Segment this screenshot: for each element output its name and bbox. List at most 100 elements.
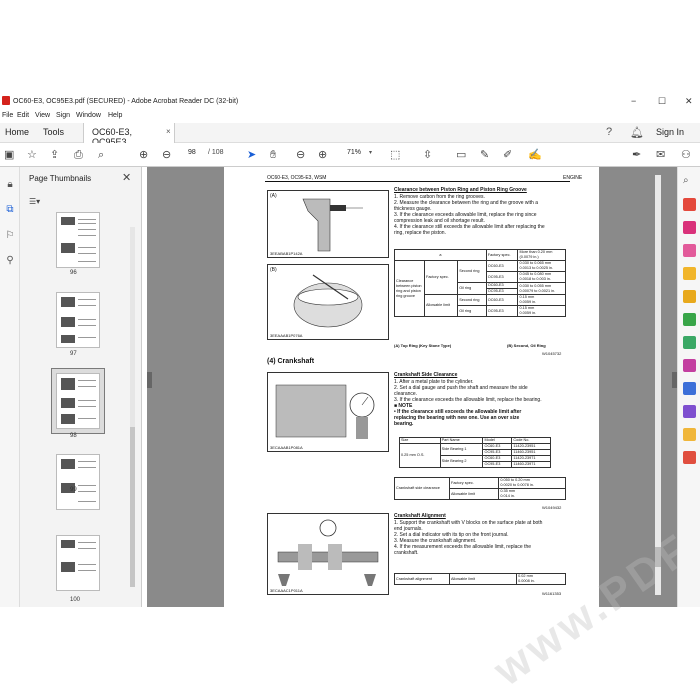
- share-user-icon[interactable]: ⚇: [681, 148, 691, 162]
- close-button[interactable]: ✕: [685, 96, 693, 107]
- viewer-scrollbar[interactable]: [655, 175, 661, 595]
- menu-edit[interactable]: Edit: [17, 112, 29, 119]
- thumbnail-options-icon[interactable]: ☰▾: [29, 197, 40, 206]
- zoom-out-icon[interactable]: ⊖: [296, 148, 305, 162]
- figure-c-caption: 3ECAAAB1P081A: [270, 445, 303, 450]
- save-icon[interactable]: ▣: [4, 148, 14, 162]
- crankshaft-alignment-illustration: [277, 519, 379, 586]
- tab-tools[interactable]: Tools: [43, 127, 64, 137]
- upload-icon[interactable]: ⇪: [50, 148, 59, 162]
- tools-rail: ⌕: [677, 167, 700, 607]
- edit-pdf-icon[interactable]: [683, 244, 696, 257]
- thumbnail-page-100[interactable]: [56, 535, 100, 591]
- table-cell: 0.35 mm: [500, 489, 516, 493]
- highlight-pen-icon[interactable]: ✎: [480, 148, 489, 162]
- organize-pages-icon[interactable]: [683, 313, 696, 326]
- window-title: OC60-E3, OC95E3.pdf (SECURED) - Adobe Ac…: [13, 98, 239, 105]
- table-cell: 0.0018 to 0.003 in.: [519, 277, 551, 281]
- close-tab-icon[interactable]: ×: [166, 127, 171, 136]
- acrobat-sign-icon[interactable]: [683, 451, 696, 464]
- piston-thickness-gauge-illustration: [293, 274, 363, 328]
- thumbnail-page-98[interactable]: [56, 373, 100, 429]
- table-cell: 0.00079 to 0.0021 in.: [519, 288, 556, 293]
- menu-window[interactable]: Window: [76, 112, 101, 119]
- menu-view[interactable]: View: [35, 112, 50, 119]
- hand-icon[interactable]: ✋︎: [270, 148, 276, 162]
- pdf-page: www.PDFCDFO.COM OC60-E3, OC95-E3, WSM EN…: [224, 167, 700, 695]
- thumbnails-icon[interactable]: ⧉: [4, 204, 16, 216]
- table-cell: 0.0008 in.: [518, 579, 535, 583]
- zoom-search-icon[interactable]: ⌕: [683, 175, 689, 186]
- table-cell: 0.15 mm: [519, 306, 535, 310]
- send-for-signature-icon[interactable]: [683, 405, 696, 418]
- table-cell: Allowable limit: [448, 488, 500, 500]
- attachment-icon[interactable]: ⚲: [4, 255, 16, 267]
- tab-document[interactable]: OC60-E3, OC95E3... ×: [83, 123, 175, 147]
- section-steps: 1. Support the crankshaft with V blocks …: [394, 520, 574, 556]
- title-bar: OC60-E3, OC95E3.pdf (SECURED) - Adobe Ac…: [0, 93, 700, 111]
- scroll-mode-icon[interactable]: ⇳: [423, 148, 432, 162]
- lock-icon[interactable]: 🔒︎: [4, 179, 16, 191]
- figure-c: 3ECAAAB1P081A: [267, 372, 389, 452]
- fill-sign-icon[interactable]: [683, 359, 696, 372]
- comment-tool-icon[interactable]: [683, 267, 696, 280]
- page-down-icon[interactable]: ⊖: [162, 148, 171, 162]
- table-cell: 0.02 mm: [518, 574, 533, 578]
- table-cell: Allowable limit: [448, 573, 518, 585]
- page-up-icon[interactable]: ⊕: [139, 148, 148, 162]
- thumbnail-page-96[interactable]: [56, 212, 100, 268]
- viewer-scrollbar-thumb[interactable]: [655, 547, 661, 567]
- reference-code: W1049432: [542, 505, 562, 510]
- thumbnail-page-97[interactable]: [56, 292, 100, 348]
- bookmark-icon[interactable]: ⚐: [4, 230, 16, 242]
- chevron-down-icon[interactable]: ▾: [369, 149, 372, 156]
- sign-icon[interactable]: ✒: [632, 148, 641, 162]
- stamp-icon[interactable]: ✍: [528, 148, 542, 162]
- table-note-a: (A) Top Ring (Key Stone Type): [394, 343, 452, 348]
- table-cell: Clearance between piston ring and piston…: [394, 260, 425, 317]
- export-pdf-icon[interactable]: [683, 198, 696, 211]
- bell-icon[interactable]: 🔔︎: [630, 126, 644, 139]
- table-cell: 0.15 mm: [519, 295, 535, 299]
- fit-page-icon[interactable]: ⬚: [390, 148, 400, 162]
- table-cell: Side Bearing 2: [439, 455, 484, 468]
- menu-sign[interactable]: Sign: [56, 112, 70, 119]
- menu-file[interactable]: File: [2, 112, 13, 119]
- help-icon[interactable]: ?: [606, 126, 612, 138]
- draw-icon[interactable]: ✐: [503, 148, 512, 162]
- thumbnail-page-99[interactable]: [56, 454, 100, 510]
- request-signature-icon[interactable]: [683, 428, 696, 441]
- table-cell: Allowable limit: [423, 294, 459, 317]
- create-pdf-icon[interactable]: [683, 221, 696, 234]
- protect-icon[interactable]: [683, 382, 696, 395]
- ring-clearance-table: a Factory spec. More than 0.20 mm (0.0079 i…: [394, 249, 566, 317]
- bookmark-star-icon[interactable]: ☆: [27, 148, 37, 162]
- minimize-button[interactable]: −: [631, 96, 636, 106]
- section-title: Crankshaft Side Clearance: [394, 372, 458, 378]
- table-cell: Second ring: [457, 294, 487, 306]
- page-number-field[interactable]: 98: [188, 149, 196, 156]
- comment-icon[interactable]: ▭: [456, 148, 466, 162]
- figure-b-caption: 3EEAAAB1P076A: [270, 333, 303, 338]
- collapse-left-handle[interactable]: [147, 372, 152, 388]
- figure-a-label: (A): [270, 193, 277, 199]
- table-cell: (0.0079 in.): [519, 255, 539, 259]
- select-cursor-icon[interactable]: ➤: [247, 148, 256, 162]
- zoom-level[interactable]: 71%: [347, 149, 361, 156]
- table-cell: Crankshaft side clearance: [394, 477, 450, 500]
- combine-files-icon[interactable]: [683, 290, 696, 303]
- side-clearance-table: Crankshaft side clearance Factory spec. 0.…: [394, 477, 566, 500]
- redact-icon[interactable]: [683, 336, 696, 349]
- search-icon[interactable]: ⌕: [98, 148, 104, 162]
- tab-home[interactable]: Home: [5, 127, 29, 137]
- email-icon[interactable]: ✉: [656, 148, 665, 162]
- zoom-in-icon[interactable]: ⊕: [318, 148, 327, 162]
- menu-help[interactable]: Help: [108, 112, 122, 119]
- section-heading: (4) Crankshaft: [267, 358, 315, 365]
- thumbnail-scrollbar-thumb[interactable]: [130, 427, 135, 587]
- close-panel-icon[interactable]: ✕: [122, 171, 131, 184]
- print-icon[interactable]: ⎙: [74, 148, 83, 162]
- thumbnail-scrollbar[interactable]: [130, 227, 135, 587]
- maximize-button[interactable]: ☐: [658, 96, 666, 107]
- sign-in-button[interactable]: Sign In: [656, 127, 684, 137]
